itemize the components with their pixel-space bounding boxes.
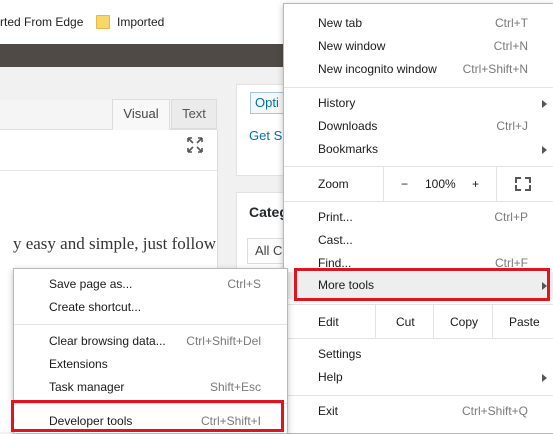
menu-bookmarks[interactable]: Bookmarks (284, 138, 553, 161)
submenu-arrow-icon (542, 146, 547, 154)
browser-main-menu: New tab Ctrl+T New window Ctrl+N New inc… (283, 3, 553, 434)
menu-new-incognito-window[interactable]: New incognito window Ctrl+Shift+N (284, 58, 553, 81)
tab-text[interactable]: Text (171, 99, 217, 129)
menu-separator (284, 87, 553, 88)
edit-label: Edit (318, 315, 339, 329)
submenu-extensions[interactable]: Extensions (14, 353, 287, 376)
menu-exit[interactable]: Exit Ctrl+Shift+Q (284, 400, 553, 423)
all-categories-tab[interactable]: All C (255, 243, 282, 258)
zoom-out-button[interactable]: − (383, 167, 424, 202)
bookmark-edge-import[interactable]: rted From Edge (0, 15, 83, 29)
editor-content-text: y easy and simple, just follow (12, 234, 216, 253)
zoom-level: 100% (425, 177, 456, 191)
submenu-arrow-icon (542, 100, 547, 108)
menu-help[interactable]: Help (284, 366, 553, 389)
menu-history[interactable]: History (284, 92, 553, 115)
zoom-in-button[interactable]: + (462, 167, 492, 202)
submenu-clear-browsing-data[interactable]: Clear browsing data... Ctrl+Shift+Del (14, 330, 287, 353)
menu-settings[interactable]: Settings (284, 343, 553, 366)
menu-new-tab[interactable]: New tab Ctrl+T (284, 12, 553, 35)
zoom-label: Zoom (318, 177, 349, 191)
fullscreen-expand-icon[interactable] (186, 137, 204, 155)
tab-visual[interactable]: Visual (112, 99, 170, 130)
bookmark-imported[interactable]: Imported (117, 15, 164, 29)
submenu-task-manager[interactable]: Task manager Shift+Esc (14, 376, 287, 399)
fullscreen-icon (515, 177, 531, 191)
get-link[interactable]: Get S (249, 128, 282, 143)
submenu-create-shortcut[interactable]: Create shortcut... (14, 296, 287, 319)
more-tools-highlight (294, 268, 550, 301)
submenu-arrow-icon (542, 374, 547, 382)
cut-button[interactable]: Cut (375, 305, 434, 339)
menu-separator (284, 395, 553, 396)
menu-new-window[interactable]: New window Ctrl+N (284, 35, 553, 58)
menu-edit-row: Edit Cut Copy Paste (284, 305, 553, 339)
menu-cast[interactable]: Cast... (284, 229, 553, 252)
menu-downloads[interactable]: Downloads Ctrl+J (284, 115, 553, 138)
folder-icon (96, 15, 110, 29)
submenu-save-page-as[interactable]: Save page as... Ctrl+S (14, 273, 287, 296)
menu-separator (14, 324, 287, 325)
paste-button[interactable]: Paste (492, 305, 553, 339)
copy-button[interactable]: Copy (433, 305, 493, 339)
menu-zoom-row: Zoom − 100% + (284, 167, 553, 202)
fullscreen-button[interactable] (496, 167, 553, 202)
menu-separator (284, 338, 553, 339)
menu-print[interactable]: Print... Ctrl+P (284, 206, 553, 229)
menu-separator (284, 201, 553, 202)
editor-toolbar (0, 130, 217, 171)
developer-tools-highlight (11, 400, 284, 432)
